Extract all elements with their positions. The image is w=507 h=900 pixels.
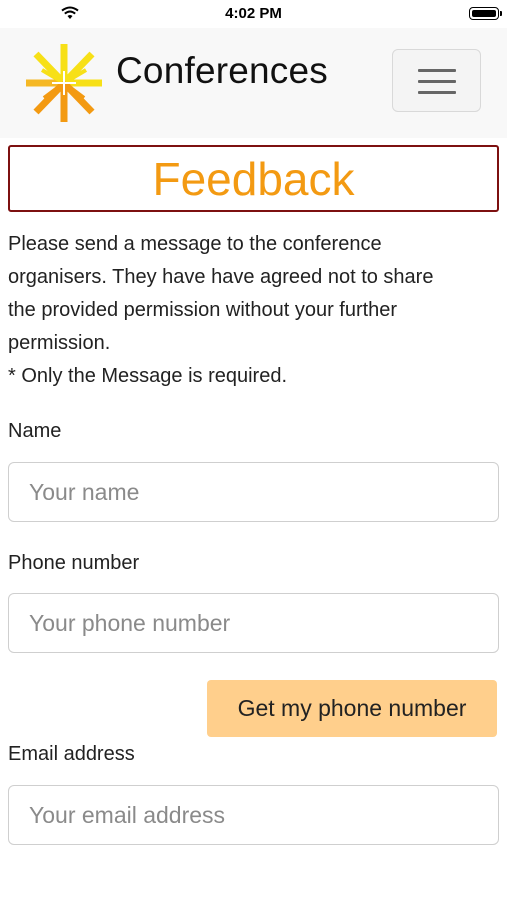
get-phone-number-button[interactable]: Get my phone number [207,680,497,737]
page-title-box: Feedback [8,145,499,212]
intro-text: Please send a message to the conference … [8,228,500,393]
required-note: * Only the Message is required. [8,365,288,387]
intro-line: permission. [8,332,111,354]
email-label: Email address [8,743,135,765]
intro-line: Please send a message to the conference [8,233,382,255]
brand-title[interactable]: Conferences [116,50,328,92]
sunburst-logo-icon[interactable] [22,42,106,124]
status-time: 4:02 PM [225,5,282,22]
name-input[interactable] [8,462,499,522]
email-input[interactable] [8,785,499,845]
battery-icon [469,7,502,20]
intro-line: the provided permission without your fur… [8,299,398,321]
hamburger-menu-button[interactable] [392,49,481,112]
name-label: Name [8,420,62,442]
phone-label: Phone number [8,552,140,574]
page-title: Feedback [152,152,355,205]
phone-input[interactable] [8,593,499,653]
intro-line: organisers. They have have agreed not to… [8,266,434,288]
status-bar: 4:02 PM [0,0,507,28]
navbar: Conferences [0,28,507,138]
